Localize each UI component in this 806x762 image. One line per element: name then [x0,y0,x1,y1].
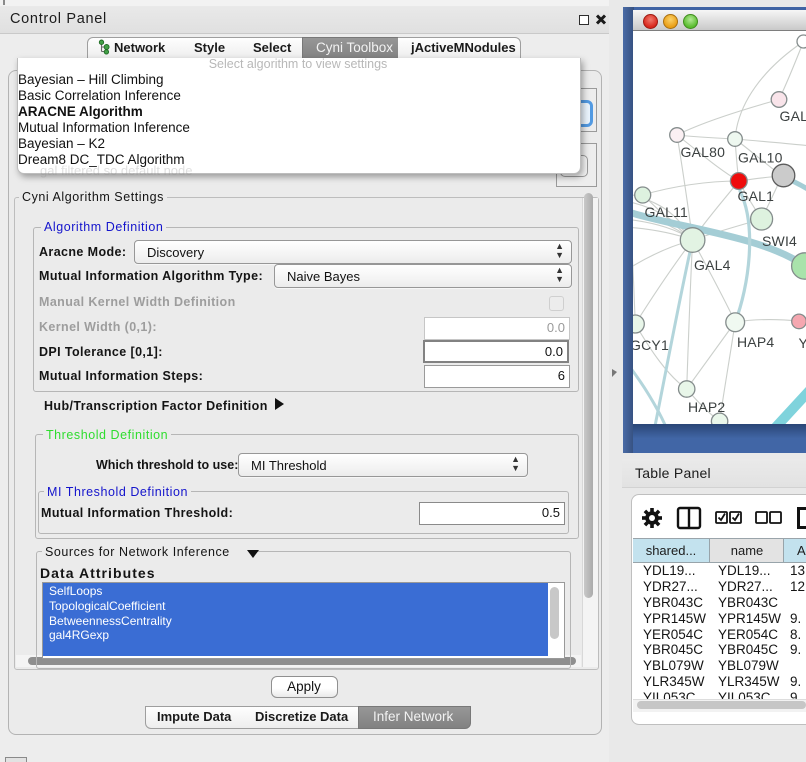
svg-text:HAP2: HAP2 [688,399,725,415]
svg-text:HAP4: HAP4 [737,334,774,350]
svg-text:GAL80: GAL80 [681,144,726,160]
svg-text:YM: YM [799,335,806,351]
svg-text:GAL1: GAL1 [738,188,775,204]
svg-text:GAL4: GAL4 [694,257,731,273]
svg-text:SWI4: SWI4 [762,233,797,249]
svg-text:GAL2: GAL2 [780,108,806,124]
svg-text:GAL11: GAL11 [645,204,689,220]
svg-text:GCY1: GCY1 [633,337,669,353]
svg-text:GAL10: GAL10 [738,150,783,166]
